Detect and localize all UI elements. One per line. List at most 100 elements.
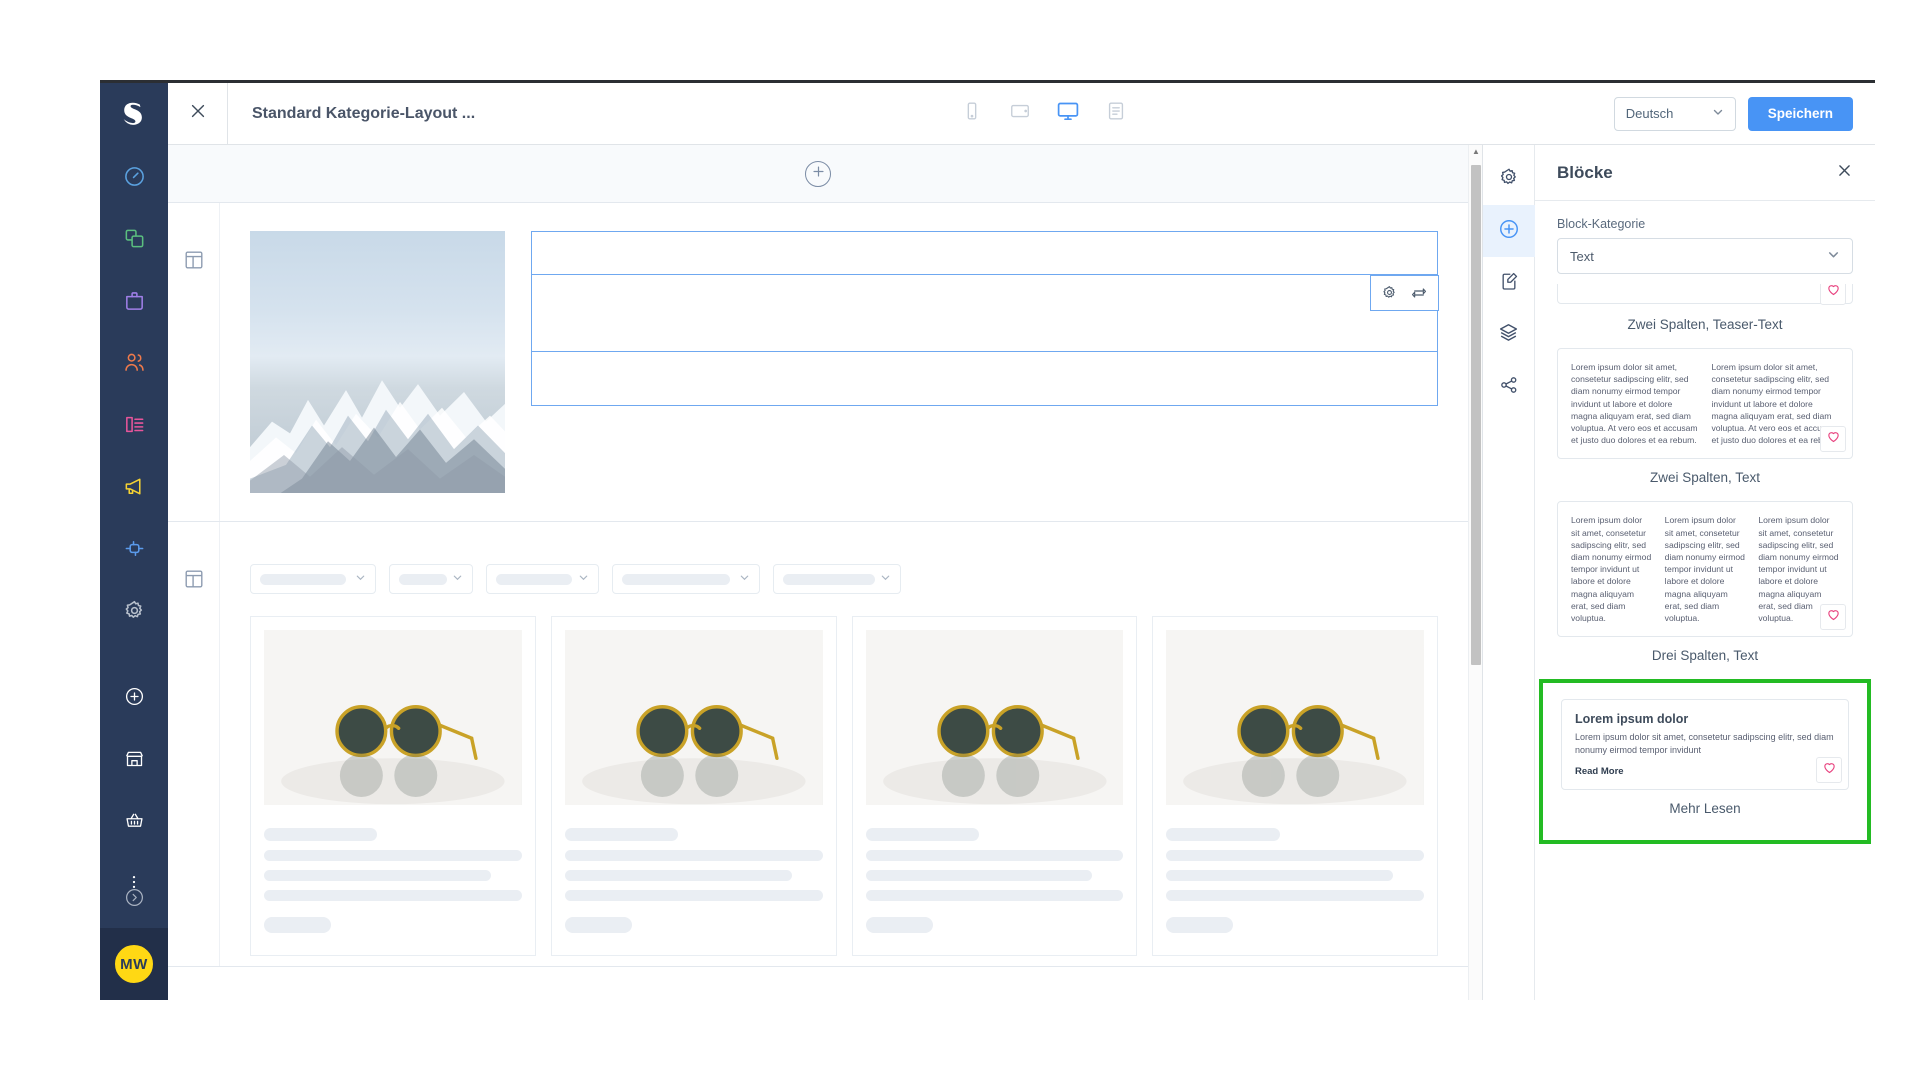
- rail-item-sections[interactable]: [1483, 309, 1535, 361]
- favorite-button[interactable]: [1820, 284, 1846, 305]
- panel-header: Blöcke: [1535, 145, 1875, 201]
- catalog-icon: [123, 227, 146, 250]
- sidebar-tool-basket[interactable]: [112, 798, 156, 842]
- product-card[interactable]: [250, 616, 536, 956]
- sidebar-item-orders[interactable]: [112, 278, 156, 322]
- rail-item-navigation[interactable]: [1483, 361, 1535, 413]
- device-mobile-button[interactable]: [955, 97, 989, 131]
- product-card[interactable]: [1152, 616, 1438, 956]
- filter-dropdown[interactable]: [486, 564, 599, 594]
- block-caption: Zwei Spalten, Teaser-Text: [1627, 317, 1783, 332]
- gear-icon[interactable]: [1382, 285, 1397, 300]
- editor-body: ▲ Blöcke Block-Kategorie Text Zwei Spalt…: [168, 145, 1875, 1000]
- sidebar-item-customers[interactable]: [112, 340, 156, 384]
- editor-topbar: Standard Kategorie-Layout ... Deutsch Sp…: [168, 83, 1875, 145]
- block-category-value: Text: [1570, 248, 1594, 264]
- bag-icon: [123, 289, 146, 312]
- filter-dropdown[interactable]: [250, 564, 376, 594]
- section-gutter: [168, 522, 220, 966]
- block-category-select[interactable]: Text: [1557, 238, 1853, 274]
- rail-item-layout[interactable]: [1483, 257, 1535, 309]
- close-editor-button[interactable]: [168, 83, 228, 145]
- teaser-link[interactable]: Read More: [1575, 766, 1835, 777]
- block-item-drei-spalten-text[interactable]: Lorem ipsum dolor sit amet, consetetur s…: [1557, 501, 1853, 638]
- avatar[interactable]: MW: [112, 942, 156, 986]
- sidebar-item-dashboard[interactable]: [112, 154, 156, 198]
- chevron-down-icon: [739, 570, 750, 588]
- teaser-heading: Lorem ipsum dolor: [1575, 712, 1689, 727]
- product-card[interactable]: [851, 616, 1138, 956]
- megaphone-icon: [123, 475, 146, 498]
- list-icon: [1105, 100, 1127, 127]
- block-toolbar: [1369, 274, 1439, 311]
- sidebar-item-settings[interactable]: [112, 588, 156, 632]
- canvas-scroll-area: [168, 145, 1468, 1000]
- sidebar-item-extensions[interactable]: [112, 526, 156, 570]
- product-image: [264, 630, 522, 805]
- blocks-list[interactable]: Zwei Spalten, Teaser-Text Lorem ipsum do…: [1535, 280, 1875, 1000]
- rail-item-settings[interactable]: [1483, 153, 1535, 205]
- filter-dropdown[interactable]: [389, 564, 473, 594]
- selected-block-bottom[interactable]: [531, 350, 1438, 406]
- favorite-button[interactable]: [1820, 604, 1846, 631]
- favorite-button[interactable]: [1820, 426, 1846, 453]
- device-desktop-button[interactable]: [1051, 97, 1085, 131]
- block-item-mehr-lesen-highlight[interactable]: Lorem ipsum dolor Lorem ipsum dolor sit …: [1539, 679, 1871, 845]
- sidebar-item-content[interactable]: [112, 402, 156, 446]
- plus-circle-icon: [124, 686, 145, 707]
- product-text-skeleton: [1166, 805, 1424, 933]
- product-card[interactable]: [550, 616, 837, 956]
- product-image: [564, 630, 823, 805]
- mobile-icon: [961, 100, 983, 127]
- section-body: [220, 203, 1468, 521]
- topbar-actions: Deutsch Speichern: [1613, 96, 1875, 131]
- sidebar-tool-shop[interactable]: [112, 736, 156, 780]
- selected-block-middle[interactable]: [531, 273, 1439, 352]
- block-category-field: Block-Kategorie Text: [1535, 201, 1875, 280]
- product-text-skeleton: [264, 805, 522, 933]
- hero-row: [250, 231, 1439, 511]
- filter-dropdown[interactable]: [612, 564, 760, 594]
- swap-icon[interactable]: [1411, 285, 1427, 301]
- language-value: Deutsch: [1625, 106, 1674, 121]
- shopware-logo[interactable]: [100, 83, 168, 145]
- selected-block-top[interactable]: [531, 231, 1438, 275]
- sidebar-expand-toggle[interactable]: [112, 875, 156, 919]
- scrollbar-thumb[interactable]: [1471, 165, 1481, 665]
- user-avatar-area[interactable]: MW: [100, 928, 168, 1000]
- rail-item-blocks[interactable]: [1482, 205, 1535, 257]
- favorite-button[interactable]: [1816, 757, 1842, 784]
- sidebar-tool-add[interactable]: [112, 674, 156, 718]
- column-text: Lorem ipsum dolor sit amet, consetetur s…: [1571, 515, 1652, 624]
- language-select[interactable]: Deutsch: [1613, 96, 1736, 131]
- block-item-clipped[interactable]: [1557, 284, 1853, 306]
- canvas-scrollbar[interactable]: ▲: [1468, 145, 1482, 1000]
- block-caption: Zwei Spalten, Text: [1649, 470, 1761, 486]
- device-form-button[interactable]: [1099, 97, 1133, 131]
- add-section-button[interactable]: [805, 160, 831, 187]
- filter-dropdown[interactable]: [773, 564, 901, 594]
- panel-close-button[interactable]: [1836, 162, 1853, 184]
- plus-circle-icon: [1498, 218, 1520, 245]
- hero-image[interactable]: [250, 231, 505, 493]
- block-caption: Drei Spalten, Text: [1651, 648, 1759, 664]
- device-tablet-button[interactable]: [1003, 97, 1037, 131]
- basket-icon: [124, 810, 145, 831]
- close-icon: [1836, 162, 1853, 184]
- block-preview-teaser[interactable]: Lorem ipsum dolor Lorem ipsum dolor sit …: [1561, 699, 1849, 791]
- section-layout-icon[interactable]: [183, 568, 205, 966]
- block-item-zwei-spalten-text[interactable]: Lorem ipsum dolor sit amet, consetetur s…: [1557, 348, 1853, 460]
- block-preview-columns: Lorem ipsum dolor sit amet, consetetur s…: [1571, 514, 1839, 624]
- heart-icon: [1826, 607, 1841, 627]
- section-layout-icon[interactable]: [183, 249, 205, 521]
- save-button[interactable]: Speichern: [1747, 96, 1853, 131]
- sidebar-item-marketing[interactable]: [112, 464, 156, 508]
- teaser-body: Lorem ipsum dolor sit amet, consetetur s…: [1575, 732, 1834, 756]
- scroll-up-arrow[interactable]: ▲: [1472, 147, 1480, 156]
- main-sidebar: MW: [100, 83, 168, 1000]
- plug-icon: [123, 537, 146, 560]
- panel-icon-rail: [1482, 145, 1535, 1000]
- sidebar-item-catalogues[interactable]: [112, 216, 156, 260]
- tablet-icon: [1009, 100, 1031, 127]
- block-preview-columns: Lorem ipsum dolor sit amet, consetetur s…: [1571, 361, 1839, 446]
